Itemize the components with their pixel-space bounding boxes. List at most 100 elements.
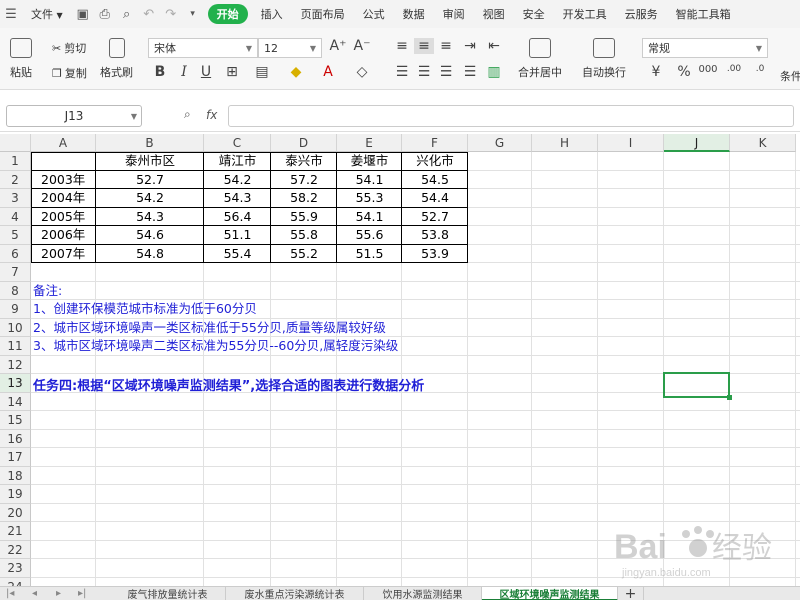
- table-cell[interactable]: 57.2: [271, 171, 337, 189]
- table-cell[interactable]: 55.6: [337, 226, 402, 244]
- note-line-1[interactable]: 1、创建环保模范城市标准为低于60分贝: [33, 300, 257, 318]
- column-header-b[interactable]: B: [96, 134, 204, 152]
- clear-format-icon[interactable]: ◇: [352, 64, 372, 80]
- highlight-icon[interactable]: ◆: [286, 64, 306, 80]
- fx-icon[interactable]: fx: [206, 108, 217, 122]
- column-header-g[interactable]: G: [468, 134, 532, 152]
- row-header-21[interactable]: 21: [0, 522, 31, 541]
- cut-button[interactable]: ✂ 剪切: [52, 40, 86, 56]
- tab-formulas[interactable]: 公式: [354, 6, 394, 22]
- table-cell[interactable]: 54.3: [96, 208, 204, 226]
- next-sheet-icon[interactable]: ▸: [56, 588, 61, 599]
- table-header-cell[interactable]: 泰州市区: [96, 152, 204, 170]
- select-all-corner[interactable]: [0, 134, 31, 152]
- align-bottom-icon[interactable]: ≡: [436, 38, 456, 54]
- align-right-icon[interactable]: ☰: [436, 64, 456, 80]
- table-cell[interactable]: 55.3: [337, 189, 402, 207]
- table-cell[interactable]: 54.2: [204, 171, 271, 189]
- row-header-2[interactable]: 2: [0, 170, 31, 189]
- table-cell[interactable]: 53.9: [402, 245, 468, 263]
- number-format-select[interactable]: 常规 ▼: [642, 38, 768, 58]
- table-cell[interactable]: 51.5: [337, 245, 402, 263]
- paste-button[interactable]: 粘贴: [10, 38, 32, 80]
- column-header-d[interactable]: D: [271, 134, 337, 152]
- table-cell[interactable]: 2003年: [41, 171, 96, 189]
- column-header-c[interactable]: C: [204, 134, 271, 152]
- note-title[interactable]: 备注:: [33, 282, 62, 300]
- table-cell[interactable]: 2004年: [41, 189, 96, 207]
- table-cell[interactable]: 54.5: [402, 171, 468, 189]
- font-color-icon[interactable]: A: [318, 64, 338, 80]
- table-cell[interactable]: 53.8: [402, 226, 468, 244]
- formula-input[interactable]: [228, 105, 794, 127]
- row-header-11[interactable]: 11: [0, 337, 31, 356]
- row-header-12[interactable]: 12: [0, 355, 31, 374]
- note-line-2[interactable]: 2、城市区域环境噪声一类区标准低于55分贝,质量等级属较好级: [33, 319, 386, 337]
- align-top-icon[interactable]: ≡: [392, 38, 412, 54]
- table-header-cell[interactable]: 姜堰市: [337, 152, 402, 170]
- row-header-16[interactable]: 16: [0, 429, 31, 448]
- decrease-decimal-icon[interactable]: .0: [750, 64, 770, 74]
- table-cell[interactable]: 54.4: [402, 189, 468, 207]
- outdent-icon[interactable]: ⇤: [484, 38, 504, 54]
- column-header-j[interactable]: J: [664, 134, 730, 152]
- fill-handle[interactable]: [727, 394, 732, 400]
- row-header-8[interactable]: 8: [0, 281, 31, 300]
- bold-icon[interactable]: B: [150, 64, 170, 80]
- table-header-cell[interactable]: 靖江市: [204, 152, 271, 170]
- task-instruction[interactable]: 任务四:根据“区域环境噪声监测结果”,选择合适的图表进行数据分析: [33, 372, 424, 402]
- zoom-search-icon[interactable]: ⌕: [184, 107, 191, 122]
- table-cell[interactable]: 54.1: [337, 208, 402, 226]
- currency-icon[interactable]: ¥: [646, 64, 666, 80]
- prev-sheet-icon[interactable]: ◂: [32, 588, 37, 599]
- table-cell[interactable]: 55.9: [271, 208, 337, 226]
- quick-access-dropdown-icon[interactable]: ▾: [182, 3, 204, 25]
- copy-button[interactable]: ❐ 复制: [52, 65, 87, 81]
- table-cell[interactable]: 55.4: [204, 245, 271, 263]
- table-cell[interactable]: 2005年: [41, 208, 96, 226]
- tab-smart-tools[interactable]: 智能工具箱: [667, 6, 740, 22]
- table-cell[interactable]: 51.1: [204, 226, 271, 244]
- row-header-20[interactable]: 20: [0, 503, 31, 522]
- percent-icon[interactable]: %: [674, 64, 694, 80]
- italic-icon[interactable]: I: [174, 64, 194, 80]
- table-header-cell[interactable]: 兴化市: [402, 152, 468, 170]
- borders-icon[interactable]: ⊞: [222, 64, 242, 80]
- distribute-icon[interactable]: ▥: [484, 64, 504, 80]
- row-header-9[interactable]: 9: [0, 300, 31, 319]
- column-header-e[interactable]: E: [337, 134, 402, 152]
- table-cell[interactable]: 55.8: [271, 226, 337, 244]
- justify-icon[interactable]: ☰: [460, 64, 480, 80]
- print-icon[interactable]: ⎙: [94, 3, 116, 25]
- hamburger-menu-icon[interactable]: ☰: [0, 3, 22, 25]
- table-cell[interactable]: 58.2: [271, 189, 337, 207]
- row-header-15[interactable]: 15: [0, 411, 31, 430]
- save-icon[interactable]: ▣: [72, 3, 94, 25]
- row-header-4[interactable]: 4: [0, 207, 31, 226]
- table-cell[interactable]: 55.2: [271, 245, 337, 263]
- column-header-h[interactable]: H: [532, 134, 598, 152]
- print-preview-icon[interactable]: ⌕: [116, 3, 138, 25]
- redo-icon[interactable]: ↷: [160, 3, 182, 25]
- table-cell[interactable]: 52.7: [402, 208, 468, 226]
- tab-cloud[interactable]: 云服务: [616, 6, 667, 22]
- sheet-tab-exhaust[interactable]: 废气排放量统计表: [110, 587, 226, 600]
- increase-font-icon[interactable]: A⁺: [328, 38, 348, 54]
- fill-color-icon[interactable]: ▤: [252, 64, 272, 80]
- table-cell[interactable]: 54.2: [96, 189, 204, 207]
- row-header-5[interactable]: 5: [0, 226, 31, 245]
- format-painter-button[interactable]: 格式刷: [100, 38, 133, 80]
- tab-page-layout[interactable]: 页面布局: [292, 6, 354, 22]
- table-header-cell[interactable]: [31, 152, 96, 170]
- column-header-f[interactable]: F: [402, 134, 468, 152]
- selected-cell-j13[interactable]: [663, 372, 730, 398]
- align-left-icon[interactable]: ☰: [392, 64, 412, 80]
- tab-review[interactable]: 审阅: [434, 6, 474, 22]
- row-header-7[interactable]: 7: [0, 263, 31, 282]
- name-box[interactable]: J13 ▼: [6, 105, 142, 127]
- align-center-icon[interactable]: ☰: [414, 64, 434, 80]
- indent-icon[interactable]: ⇥: [460, 38, 480, 54]
- decrease-font-icon[interactable]: A⁻: [352, 38, 372, 54]
- sheet-tab-wastewater[interactable]: 废水重点污染源统计表: [226, 587, 364, 600]
- row-header-3[interactable]: 3: [0, 189, 31, 208]
